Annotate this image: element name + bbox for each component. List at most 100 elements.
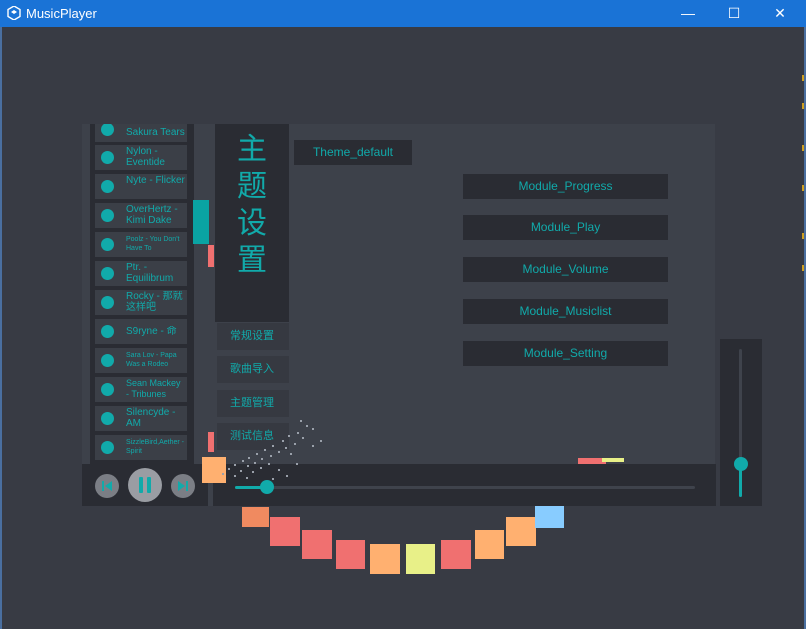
next-button[interactable] — [171, 474, 195, 498]
particle-dot — [312, 445, 314, 447]
nav-test-info[interactable]: 测试信息 — [217, 423, 289, 450]
particle-dot — [294, 443, 296, 445]
minimize-button[interactable]: — — [665, 0, 711, 27]
music-dot-icon — [101, 354, 114, 367]
particle-dot — [285, 447, 287, 449]
list-item[interactable]: Sean Mackey - Tribunes — [95, 377, 187, 402]
music-dot-icon — [101, 296, 114, 309]
spectrum-bar — [336, 540, 365, 569]
list-item[interactable]: Sara Lov - Papa Was a Rodeo — [95, 348, 187, 373]
particle-dot — [296, 463, 298, 465]
particle-dot — [256, 453, 258, 455]
particle-dot — [272, 478, 274, 480]
music-list[interactable]: Sakura Tears Nylon - Eventide Nyte - Fli… — [90, 124, 194, 486]
volume-panel — [720, 339, 762, 506]
volume-knob[interactable] — [734, 457, 748, 472]
list-item[interactable]: Nyte - Flicker — [95, 174, 187, 199]
list-toggle-tab[interactable] — [193, 200, 209, 244]
particle-dot — [247, 465, 249, 467]
nav-song-import[interactable]: 歌曲导入 — [217, 356, 289, 383]
spectrum-bar — [302, 530, 332, 559]
list-item[interactable]: S9ryne - 命 — [95, 319, 187, 344]
list-item-label: Rocky - 那就这样吧 — [126, 291, 183, 313]
list-item-label: S9ryne - 命 — [126, 326, 177, 337]
list-item[interactable]: Silencyde - AM — [95, 406, 187, 431]
spectrum-fragment — [208, 432, 214, 452]
module-setting-button[interactable]: Module_Setting — [463, 341, 668, 366]
list-item[interactable]: Nylon - Eventide — [95, 145, 187, 170]
particle-dot — [260, 467, 262, 469]
particle-dot — [234, 475, 236, 477]
music-dot-icon — [101, 238, 114, 251]
list-item[interactable]: SizzleBird,Aether - Spirit — [95, 435, 187, 460]
edge-marker — [802, 145, 804, 151]
particle-dot — [300, 420, 302, 422]
particle-dot — [254, 462, 256, 464]
list-item[interactable]: Ptr. - Equilibrum — [95, 261, 187, 286]
particle-dot — [228, 468, 230, 470]
module-play-button[interactable]: Module_Play — [463, 215, 668, 240]
edge-marker — [802, 103, 804, 109]
particle-dot — [242, 460, 244, 462]
list-item-label: OverHertz - Kimi Dake — [126, 204, 178, 226]
maximize-button[interactable]: ☐ — [711, 0, 757, 27]
particle-dot — [278, 469, 280, 471]
particle-dot — [286, 475, 288, 477]
music-dot-icon — [101, 180, 114, 193]
list-item[interactable]: Rocky - 那就这样吧 — [95, 290, 187, 315]
list-item-label: Sara Lov - Papa Was a Rodeo — [126, 352, 177, 368]
particle-dot — [282, 440, 284, 442]
music-dot-icon — [101, 441, 114, 454]
particle-dot — [290, 453, 292, 455]
particle-dot — [270, 455, 272, 457]
particle-dot — [246, 477, 248, 479]
spectrum-fragment — [202, 457, 226, 483]
pause-icon — [139, 477, 151, 493]
page-title: 主题设置 — [237, 133, 267, 277]
nav-theme-manage[interactable]: 主题管理 — [217, 390, 289, 417]
list-item-label: Ptr. - Equilibrum — [126, 262, 174, 284]
spectrum-bar — [475, 530, 504, 559]
module-progress-button[interactable]: Module_Progress — [463, 174, 668, 199]
edge-marker — [802, 233, 804, 239]
particle-dot — [240, 470, 242, 472]
list-item[interactable]: Poolz - You Don't Have To — [95, 232, 187, 257]
progress-track[interactable] — [235, 480, 695, 494]
spectrum-bar — [370, 544, 400, 574]
module-volume-button[interactable]: Module_Volume — [463, 257, 668, 282]
music-dot-icon — [101, 267, 114, 280]
title-bar: MusicPlayer — ☐ ✕ — [0, 0, 806, 27]
music-dot-icon — [101, 124, 114, 136]
list-item[interactable]: Sakura Tears — [95, 124, 187, 142]
music-dot-icon — [101, 209, 114, 222]
music-dot-icon — [101, 325, 114, 338]
spectrum-bar — [535, 506, 564, 528]
spectrum-bar — [270, 517, 300, 546]
particle-dot — [302, 437, 304, 439]
pause-button[interactable] — [128, 468, 162, 502]
particle-dot — [320, 440, 322, 442]
particle-dot — [306, 425, 308, 427]
particle-dot — [222, 473, 224, 475]
volume-track[interactable] — [734, 349, 748, 497]
particle-dot — [312, 428, 314, 430]
spectrum-bar — [406, 544, 435, 574]
particle-dot — [272, 445, 274, 447]
particle-dot — [248, 457, 250, 459]
theme-default-button[interactable]: Theme_default — [294, 140, 412, 165]
game-view: Sakura Tears Nylon - Eventide Nyte - Fli… — [2, 27, 804, 627]
close-button[interactable]: ✕ — [757, 0, 803, 27]
nav-general-settings[interactable]: 常规设置 — [217, 323, 289, 350]
particle-dot — [261, 458, 263, 460]
list-item[interactable]: OverHertz - Kimi Dake — [95, 203, 187, 228]
list-item-label: Sean Mackey - Tribunes — [126, 378, 181, 399]
list-item-label: Poolz - You Don't Have To — [126, 236, 180, 252]
window-title: MusicPlayer — [26, 6, 97, 21]
edge-marker — [802, 265, 804, 271]
particle-dot — [264, 449, 266, 451]
prev-button[interactable] — [95, 474, 119, 498]
module-musiclist-button[interactable]: Module_Musiclist — [463, 299, 668, 324]
particle-dot — [297, 432, 299, 434]
progress-knob[interactable] — [260, 480, 275, 494]
spectrum-fragment — [208, 245, 214, 267]
